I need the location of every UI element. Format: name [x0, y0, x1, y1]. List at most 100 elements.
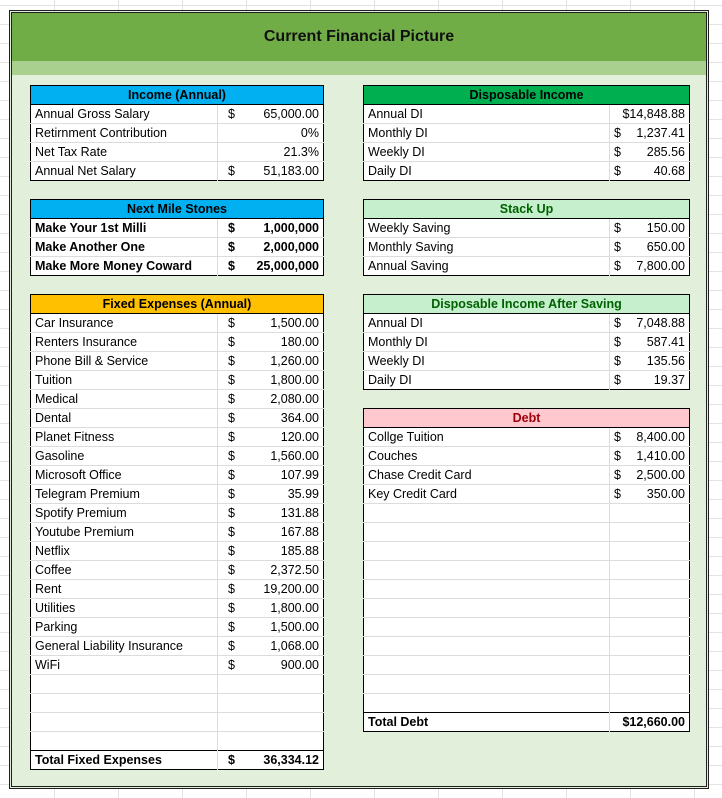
- amount: 150.00: [646, 221, 685, 235]
- row-label: Microsoft Office: [30, 465, 218, 485]
- row-value[interactable]: $1,000,000: [217, 218, 324, 238]
- row-value[interactable]: $120.00: [217, 427, 324, 447]
- table-row: [363, 598, 690, 618]
- row-label: Monthly DI: [363, 123, 610, 143]
- currency-cell: $2,372.50: [222, 561, 319, 579]
- row-value[interactable]: [609, 541, 690, 561]
- row-value[interactable]: $2,000,000: [217, 237, 324, 257]
- row-value[interactable]: $7,800.00: [609, 256, 690, 276]
- table-row: Make Your 1st Milli $1,000,000: [30, 218, 324, 238]
- row-label: Chase Credit Card: [363, 465, 610, 485]
- row-value[interactable]: $14,848.88: [609, 104, 690, 124]
- currency-symbol: $: [228, 449, 235, 463]
- currency-cell: $36,334.12: [222, 751, 319, 769]
- row-label: Parking: [30, 617, 218, 637]
- row-value[interactable]: $131.88: [217, 503, 324, 523]
- row-value[interactable]: $8,400.00: [609, 427, 690, 447]
- disposable-income-header: Disposable Income: [363, 85, 690, 105]
- row-value[interactable]: [609, 579, 690, 599]
- row-value[interactable]: [609, 503, 690, 523]
- currency-cell: $35.99: [222, 485, 319, 503]
- amount: 2,500.00: [636, 468, 685, 482]
- row-value[interactable]: $1,500.00: [217, 617, 324, 637]
- row-value[interactable]: $1,800.00: [217, 370, 324, 390]
- row-value[interactable]: $1,068.00: [217, 636, 324, 656]
- page-title: Current Financial Picture: [263, 28, 455, 45]
- row-value[interactable]: $285.56: [609, 142, 690, 162]
- row-value[interactable]: [609, 598, 690, 618]
- row-value[interactable]: $65,000.00: [217, 104, 324, 124]
- row-value[interactable]: $2,372.50: [217, 560, 324, 580]
- row-value[interactable]: [217, 693, 324, 713]
- currency-cell: $19,200.00: [222, 580, 319, 598]
- table-row: [30, 712, 324, 732]
- row-value[interactable]: $35.99: [217, 484, 324, 504]
- row-value[interactable]: [609, 560, 690, 580]
- row-value[interactable]: $2,080.00: [217, 389, 324, 409]
- row-value[interactable]: [609, 655, 690, 675]
- row-value[interactable]: $900.00: [217, 655, 324, 675]
- row-value[interactable]: $650.00: [609, 237, 690, 257]
- currency-cell: $2,000,000: [222, 238, 319, 256]
- currency-cell: $1,068.00: [222, 637, 319, 655]
- row-value[interactable]: $7,048.88: [609, 313, 690, 333]
- row-value[interactable]: $167.88: [217, 522, 324, 542]
- row-value[interactable]: $25,000,000: [217, 256, 324, 276]
- row-label: Monthly DI: [363, 332, 610, 352]
- row-value[interactable]: $36,334.12: [217, 750, 324, 770]
- section-header: Fixed Expenses (Annual): [30, 294, 324, 314]
- table-row: [363, 674, 690, 694]
- amount: 0%: [300, 126, 319, 140]
- table-row: Planet Fitness $120.00: [30, 427, 324, 447]
- row-value[interactable]: $51,183.00: [217, 161, 324, 181]
- row-value[interactable]: $19.37: [609, 370, 690, 390]
- row-label: Tuition: [30, 370, 218, 390]
- row-value[interactable]: [217, 712, 324, 732]
- row-value[interactable]: $1,260.00: [217, 351, 324, 371]
- currency-cell: $19.37: [614, 371, 685, 389]
- row-value[interactable]: [609, 693, 690, 713]
- currency-symbol: $: [228, 487, 235, 501]
- row-value[interactable]: [217, 731, 324, 751]
- row-value[interactable]: $350.00: [609, 484, 690, 504]
- row-value[interactable]: $1,560.00: [217, 446, 324, 466]
- row-value[interactable]: $364.00: [217, 408, 324, 428]
- row-value[interactable]: $1,500.00: [217, 313, 324, 333]
- row-label: Rent: [30, 579, 218, 599]
- row-value[interactable]: [609, 636, 690, 656]
- amount: 7,800.00: [636, 259, 685, 273]
- row-label: Gasoline: [30, 446, 218, 466]
- row-value[interactable]: $2,500.00: [609, 465, 690, 485]
- row-value[interactable]: $1,410.00: [609, 446, 690, 466]
- table-row: Parking $1,500.00: [30, 617, 324, 637]
- row-label: Youtube Premium: [30, 522, 218, 542]
- row-value[interactable]: $1,237.41: [609, 123, 690, 143]
- row-value[interactable]: $587.41: [609, 332, 690, 352]
- row-label: Weekly DI: [363, 351, 610, 371]
- amount: 14,848.88: [629, 107, 685, 121]
- currency-cell: $1,560.00: [222, 447, 319, 465]
- row-value[interactable]: $135.56: [609, 351, 690, 371]
- row-value[interactable]: $150.00: [609, 218, 690, 238]
- row-value[interactable]: 0%: [217, 123, 324, 143]
- row-value[interactable]: $19,200.00: [217, 579, 324, 599]
- table-row: Daily DI $40.68: [363, 161, 690, 181]
- row-value[interactable]: $180.00: [217, 332, 324, 352]
- section-header: Stack Up: [363, 199, 690, 219]
- amount: 650.00: [646, 240, 685, 254]
- row-value[interactable]: $107.99: [217, 465, 324, 485]
- row-value[interactable]: [609, 617, 690, 637]
- table-row: Rent $19,200.00: [30, 579, 324, 599]
- row-value[interactable]: $40.68: [609, 161, 690, 181]
- row-value[interactable]: $1,800.00: [217, 598, 324, 618]
- row-value[interactable]: 21.3%: [217, 142, 324, 162]
- row-value[interactable]: [609, 674, 690, 694]
- row-value[interactable]: [609, 522, 690, 542]
- row-value[interactable]: $185.88: [217, 541, 324, 561]
- table-row: [30, 693, 324, 713]
- currency-cell: $131.88: [222, 504, 319, 522]
- row-label: Annual Gross Salary: [30, 104, 218, 124]
- row-value[interactable]: $12,660.00: [609, 712, 690, 732]
- row-value[interactable]: [217, 674, 324, 694]
- after-saving-table: Disposable Income After Saving Annual DI $…: [363, 294, 690, 390]
